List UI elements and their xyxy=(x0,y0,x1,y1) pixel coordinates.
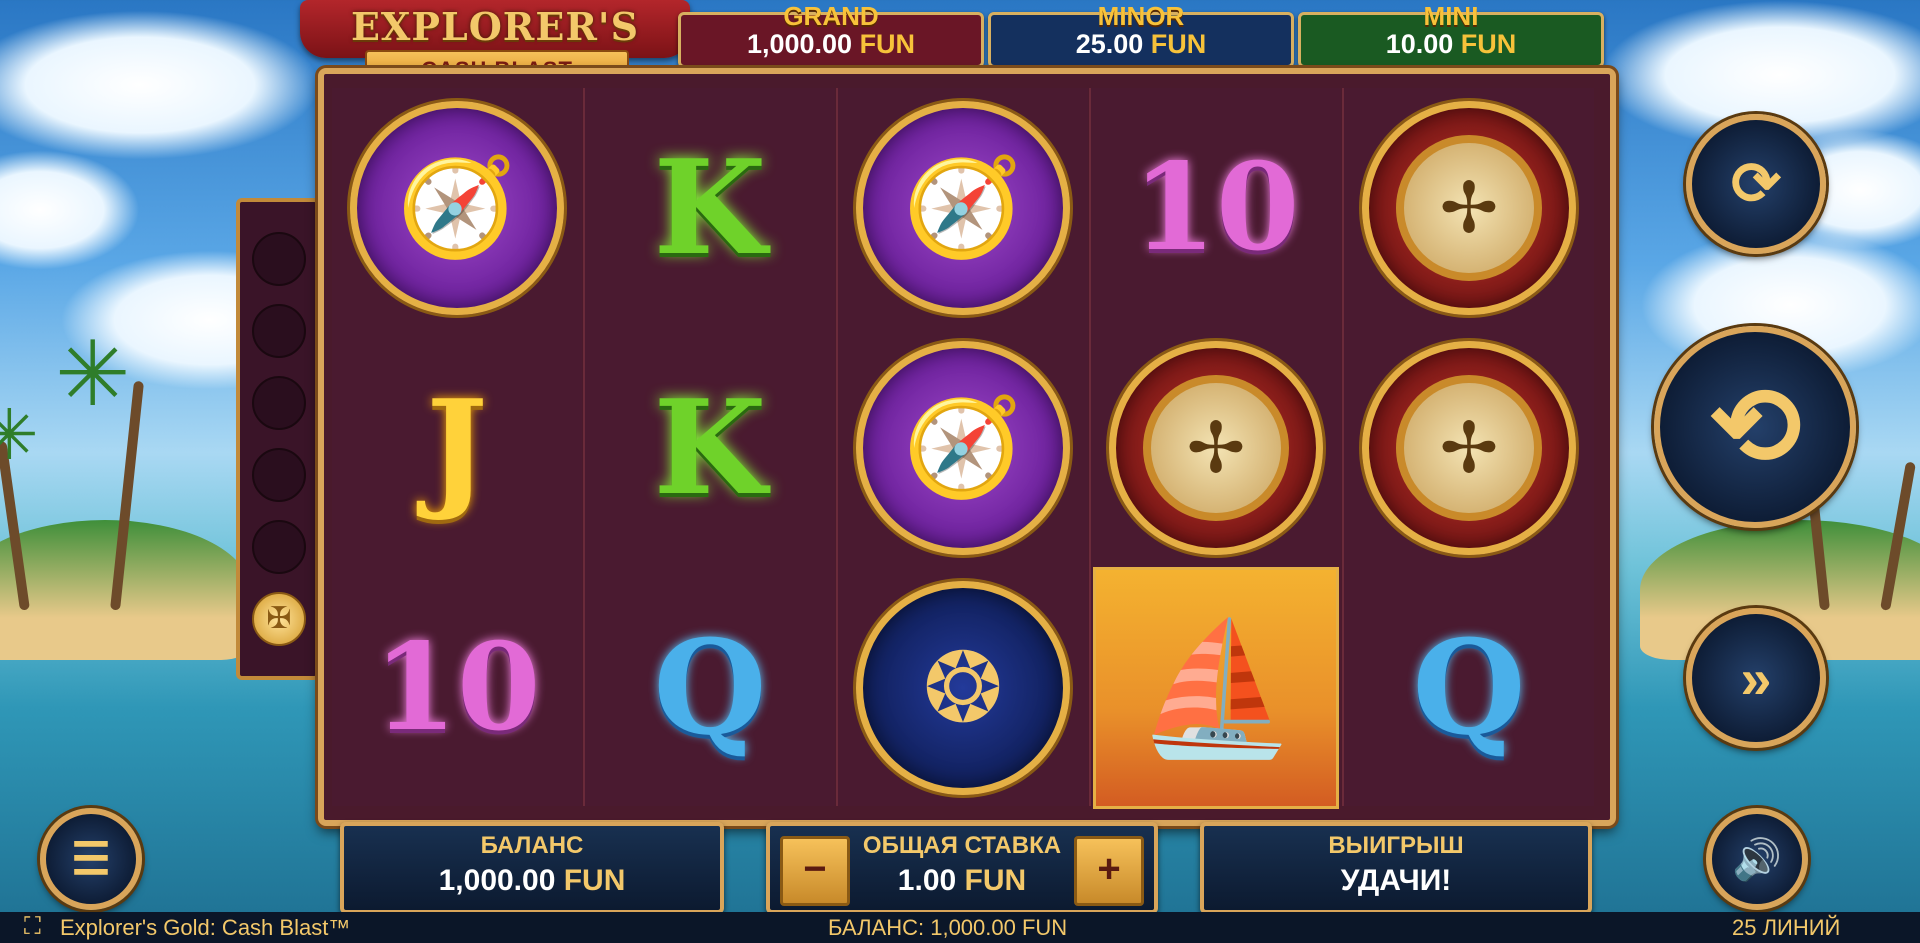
turbo-button[interactable]: » xyxy=(1686,608,1826,748)
jackpot-currency: FUN xyxy=(1150,29,1207,59)
jackpot-grand: GRAND 1,000.00 FUN xyxy=(678,1,984,68)
reel-symbol: Q xyxy=(1412,611,1526,764)
reel-symbol: K xyxy=(653,371,767,524)
reel-symbol: ✢ xyxy=(1091,328,1341,568)
reel-symbol: 10 xyxy=(1132,137,1300,278)
reel-symbol: ⛵ xyxy=(1091,567,1341,809)
reel-1: 🧭 J 10 xyxy=(332,88,582,806)
lines-count: 25 ЛИНИЙ xyxy=(1732,915,1841,940)
reel-symbol: 🧭 xyxy=(332,88,582,328)
fast-forward-icon: » xyxy=(1740,646,1772,710)
balance-amount: 1,000.00 xyxy=(438,864,556,897)
reel-symbol: 10 xyxy=(373,617,541,758)
collection-slot xyxy=(252,376,306,430)
jackpot-mini: MINI 10.00 FUN xyxy=(1298,1,1604,68)
bet-amount: 1.00 xyxy=(897,864,957,897)
reel-symbol: ✢ xyxy=(1344,88,1594,328)
reel-2: K K Q xyxy=(585,88,835,806)
game-name: Explorer's Gold: Cash Blast™ xyxy=(60,915,351,940)
status-bar: ⛶ Explorer's Gold: Cash Blast™ БАЛАНС: 1… xyxy=(0,912,1920,943)
spin-button[interactable]: ⟲ xyxy=(1654,326,1856,528)
balance-currency: FUN xyxy=(563,864,626,897)
jackpot-label: MINOR xyxy=(1097,1,1185,31)
reel-symbol: ❂ xyxy=(838,568,1088,808)
win-panel: ВЫИГРЫШ УДАЧИ! xyxy=(1200,822,1592,914)
win-label: ВЫИГРЫШ xyxy=(1328,832,1464,859)
collection-slot xyxy=(252,304,306,358)
jackpot-amount: 10.00 xyxy=(1385,29,1454,59)
reel-symbol: Q xyxy=(653,611,767,764)
balance-panel: БАЛАНС 1,000.00 FUN xyxy=(340,822,724,914)
necklace-icon: ❂ xyxy=(856,581,1070,795)
sextant-icon: 🧭 xyxy=(856,341,1070,555)
spin-icon: ⟲ xyxy=(1708,365,1802,488)
speaker-icon: 🔊 xyxy=(1732,837,1782,882)
reel-3: 🧭 🧭 ❂ xyxy=(838,88,1088,806)
jackpot-label: GRAND xyxy=(783,1,879,31)
collection-slot xyxy=(252,520,306,574)
jackpot-label: MINI xyxy=(1423,1,1479,31)
sound-button[interactable]: 🔊 xyxy=(1706,808,1808,910)
reel-4: 10 ✢ ⛵ xyxy=(1091,88,1341,809)
jackpot-minor: MINOR 25.00 FUN xyxy=(988,1,1294,68)
jackpot-currency: FUN xyxy=(859,29,916,59)
balance-label: БАЛАНС xyxy=(480,832,584,859)
sextant-icon: 🧭 xyxy=(350,101,564,315)
reels-frame: 🧭 J 10 K K Q 🧭 🧭 ❂ 10 ✢ ⛵ ✢ ✢ Q xyxy=(318,68,1616,826)
jackpot-amount: 1,000.00 xyxy=(746,29,853,59)
collection-meter: ✠ xyxy=(236,198,320,680)
compass-icon: ✢ xyxy=(1362,101,1576,315)
compass-icon: ✢ xyxy=(1109,341,1323,555)
menu-button[interactable]: ☰ xyxy=(40,808,142,910)
ship-icon: ⛵ xyxy=(1093,567,1339,809)
compass-icon: ✢ xyxy=(1362,341,1576,555)
menu-icon: ☰ xyxy=(71,834,111,884)
collection-slot xyxy=(252,448,306,502)
reel-symbol: K xyxy=(653,131,767,284)
autoplay-button[interactable]: ⟳ xyxy=(1686,114,1826,254)
bet-currency: FUN xyxy=(964,864,1027,897)
jackpot-currency: FUN xyxy=(1460,29,1517,59)
reel-symbol: ✢ xyxy=(1344,328,1594,568)
bet-increase-button[interactable]: + xyxy=(1074,836,1144,906)
reel-symbol: 🧭 xyxy=(838,88,1088,328)
reel-5: ✢ ✢ Q xyxy=(1344,88,1594,806)
sextant-icon: 🧭 xyxy=(856,101,1070,315)
fullscreen-icon[interactable]: ⛶ xyxy=(24,913,41,941)
reel-symbol: J xyxy=(426,371,488,524)
status-balance: БАЛАНС: 1,000.00 FUN xyxy=(828,915,1068,940)
gold-coin-icon: ✠ xyxy=(252,592,306,646)
bet-panel: − ОБЩАЯ СТАВКА 1.00 FUN + xyxy=(766,822,1158,914)
jackpot-amount: 25.00 xyxy=(1075,29,1144,59)
reel-symbol: 🧭 xyxy=(838,328,1088,568)
win-message: УДАЧИ! xyxy=(1340,864,1452,897)
autoplay-icon: ⟳ xyxy=(1730,150,1782,217)
collection-slot xyxy=(252,232,306,286)
